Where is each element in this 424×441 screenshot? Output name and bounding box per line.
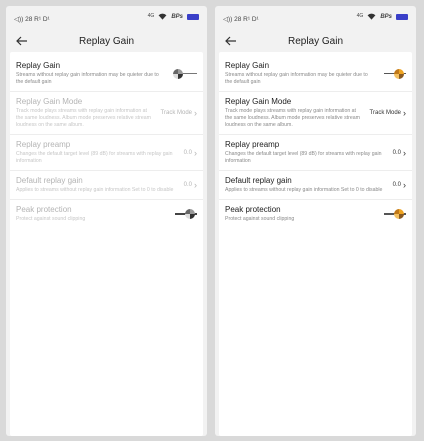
wifi-icon [158, 13, 167, 20]
setting-description: Changes the default target level (89 dB)… [225, 151, 382, 164]
replay-gain-mode-row[interactable]: Replay Gain Mode Track mode plays stream… [219, 92, 412, 135]
replay-gain-mode-row: Replay Gain Mode Track mode plays stream… [10, 92, 203, 135]
chevron-right-icon: › [194, 180, 197, 190]
peak-protection-toggle[interactable] [380, 208, 406, 220]
network-label: 4G [356, 13, 364, 19]
peak-protection-row: Peak protection Protect against sound cl… [10, 200, 203, 228]
status-left: ◁)) 28 R¹ D¹ [223, 15, 259, 23]
setting-title: Replay Gain [16, 61, 61, 70]
setting-title: Replay Gain Mode [16, 97, 83, 106]
chevron-right-icon: › [403, 180, 406, 190]
setting-title: Replay Gain [225, 61, 270, 70]
replay-gain-row[interactable]: Replay Gain Streams without replay gain … [219, 56, 412, 92]
setting-title: Peak protection [16, 205, 72, 214]
status-right: 4G BPs [357, 13, 408, 20]
setting-title: Default replay gain [225, 176, 292, 185]
app-bar: Replay Gain [215, 30, 416, 52]
page-title: Replay Gain [78, 36, 135, 47]
setting-title: Peak protection [225, 205, 281, 214]
bps-label: BPs [171, 13, 183, 20]
setting-description: Track mode plays streams with replay gai… [225, 108, 360, 128]
replay-preamp-row[interactable]: Replay preamp Changes the default target… [219, 135, 412, 171]
phone-screen-left: ◁)) 28 R¹ D¹ 4G BPs Replay Gain Replay G… [6, 6, 207, 436]
setting-description: Changes the default target level (89 dB)… [16, 151, 173, 164]
setting-title: Default replay gain [16, 176, 83, 185]
status-right: 4G BPs [148, 13, 199, 20]
replay-gain-toggle[interactable] [171, 68, 197, 80]
default-replay-gain-row[interactable]: Default replay gain Applies to streams w… [219, 171, 412, 200]
bps-label: BPs [380, 13, 392, 20]
status-bar: ◁)) 28 R¹ D¹ 4G BPs [6, 6, 207, 30]
status-bar: ◁)) 28 R¹ D¹ 4G BPs [215, 6, 416, 30]
settings-list: Replay Gain Streams without replay gain … [10, 52, 203, 436]
peak-protection-toggle [171, 208, 197, 220]
setting-description: Applies to streams without replay gain i… [225, 187, 383, 193]
setting-value: Track Mode [369, 110, 401, 116]
chevron-right-icon: › [194, 108, 197, 118]
setting-title: Replay preamp [16, 140, 71, 149]
setting-description: Protect against sound clipping [16, 216, 86, 222]
setting-value: 0.0 [183, 149, 192, 156]
battery-icon [187, 13, 199, 20]
battery-icon [396, 13, 408, 20]
setting-title: Replay Gain Mode [225, 97, 292, 106]
setting-title: Replay preamp [225, 140, 280, 149]
settings-list: Replay Gain Streams without replay gain … [219, 52, 412, 436]
replay-gain-toggle[interactable] [380, 68, 406, 80]
setting-value: 0.0 [392, 182, 401, 188]
chevron-right-icon: › [194, 147, 197, 158]
replay-gain-row[interactable]: Replay Gain Streams without replay gain … [10, 56, 203, 92]
app-bar: Replay Gain [6, 30, 207, 52]
default-replay-gain-row: Default replay gain Applies to streams w… [10, 171, 203, 200]
phone-screen-right: ◁)) 28 R¹ D¹ 4G BPs Replay Gain Replay G… [215, 6, 416, 436]
chevron-right-icon: › [403, 108, 406, 118]
status-left: ◁)) 28 R¹ D¹ [14, 15, 50, 23]
setting-value: 0.0 [183, 182, 192, 188]
wifi-icon [367, 13, 376, 20]
replay-preamp-row: Replay preamp Changes the default target… [10, 135, 203, 171]
status-text: ◁)) 28 R¹ D¹ [223, 16, 259, 23]
setting-description: Track mode plays streams with replay gai… [16, 108, 151, 128]
chevron-right-icon: › [403, 147, 406, 158]
status-text: ◁)) 28 R¹ D¹ [14, 16, 50, 23]
setting-description: Streams without replay gain information … [16, 72, 159, 85]
setting-description: Streams without replay gain information … [225, 72, 368, 85]
setting-description: Protect against sound clipping [225, 216, 295, 222]
network-label: 4G [147, 13, 155, 19]
peak-protection-row[interactable]: Peak protection Protect against sound cl… [219, 200, 412, 228]
setting-value: Track Mode [160, 110, 192, 116]
setting-description: Applies to streams without replay gain i… [16, 187, 174, 193]
page-title: Replay Gain [287, 36, 344, 47]
setting-value: 0.0 [392, 149, 401, 156]
